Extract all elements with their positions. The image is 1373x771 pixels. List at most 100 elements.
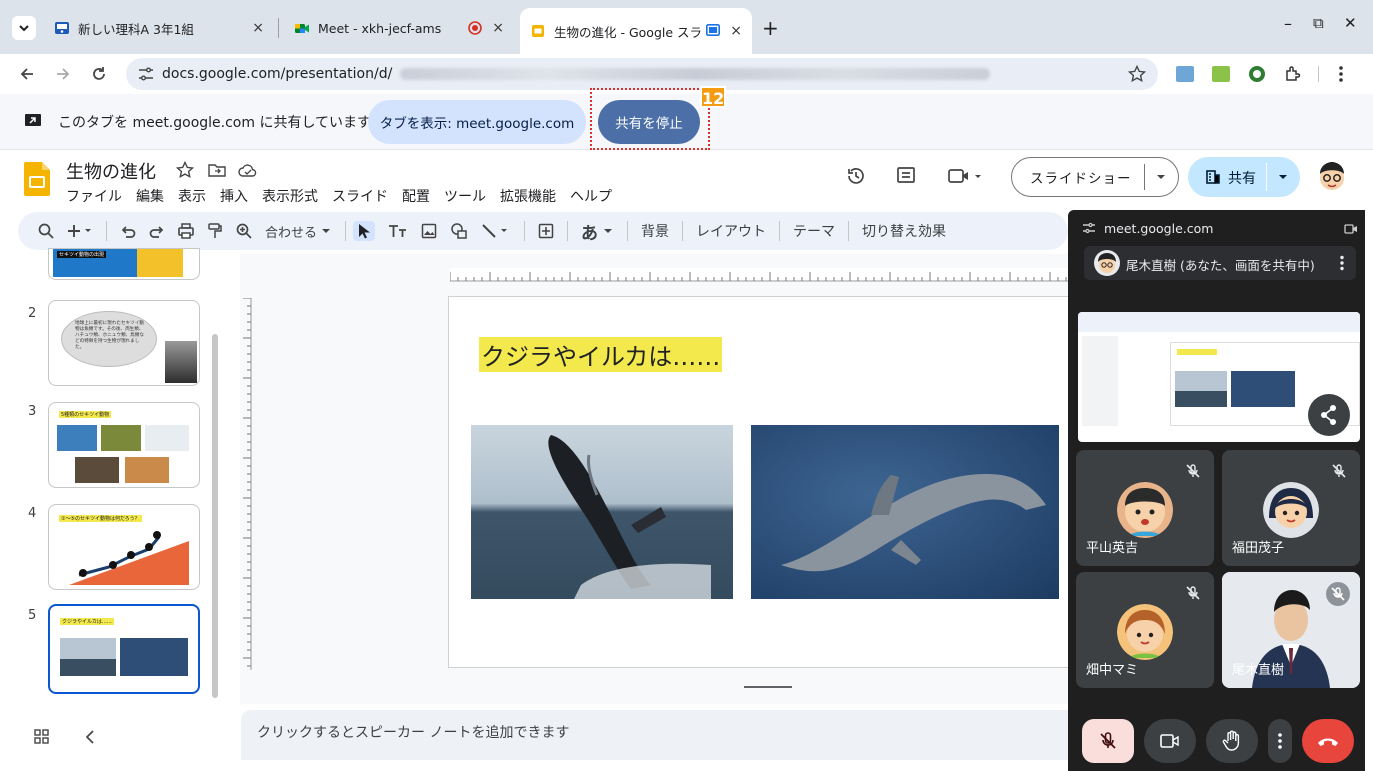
menu-edit[interactable]: 編集 xyxy=(136,186,164,206)
divider xyxy=(1144,164,1145,190)
share-screen-button[interactable] xyxy=(1308,394,1350,436)
insert-image-icon[interactable] xyxy=(421,223,437,239)
chevron-down-icon[interactable] xyxy=(1276,170,1290,184)
undo-icon[interactable] xyxy=(120,223,136,239)
leave-call-button[interactable] xyxy=(1302,719,1354,763)
url-blurred xyxy=(400,68,991,80)
move-folder-icon[interactable] xyxy=(208,162,226,178)
document-title[interactable]: 生物の進化 xyxy=(66,158,156,184)
search-menus-icon[interactable] xyxy=(38,223,54,239)
select-tool-icon[interactable] xyxy=(353,221,376,241)
restore-button[interactable]: ⧉ xyxy=(1313,14,1324,32)
share-button[interactable]: 共有 xyxy=(1228,168,1256,188)
cloud-status-icon[interactable] xyxy=(238,162,258,178)
filmstrip-scrollbar[interactable] xyxy=(212,334,218,698)
paint-format-icon[interactable] xyxy=(207,223,223,239)
participant-tile[interactable]: 福田茂子 xyxy=(1222,450,1360,566)
input-tools-button[interactable]: あ xyxy=(581,219,614,244)
back-icon[interactable] xyxy=(18,65,36,83)
slide-heading[interactable]: クジラやイルカは…… xyxy=(479,337,723,372)
mic-toggle-button[interactable] xyxy=(1082,719,1134,763)
layout-button[interactable]: レイアウト xyxy=(696,221,766,241)
resize-handle[interactable] xyxy=(744,686,792,688)
close-tab-icon[interactable]: × xyxy=(252,20,264,36)
print-icon[interactable] xyxy=(178,223,194,239)
chevron-down-icon[interactable] xyxy=(1154,170,1168,184)
mic-off-icon xyxy=(1332,464,1346,478)
omnibox[interactable]: docs.google.com/presentation/d/ xyxy=(126,58,1158,90)
camera-toggle-button[interactable] xyxy=(1144,719,1196,763)
slide-thumbnail-3[interactable]: 5種類のセキツイ動物 xyxy=(48,402,200,488)
slide-thumbnail-1[interactable]: セキツイ動物の出現 xyxy=(48,248,200,280)
close-window-button[interactable]: ✕ xyxy=(1344,14,1357,32)
slides-logo-icon[interactable] xyxy=(24,162,50,196)
close-tab-icon[interactable]: × xyxy=(492,20,504,36)
shape-icon[interactable] xyxy=(450,223,468,239)
extension-icon[interactable] xyxy=(1176,66,1194,82)
more-vert-icon[interactable] xyxy=(1339,255,1345,271)
star-icon[interactable] xyxy=(176,161,194,179)
grid-view-icon[interactable] xyxy=(34,729,50,745)
zoom-select[interactable]: 合わせる xyxy=(265,222,332,241)
participant-avatar xyxy=(1117,482,1173,538)
more-vert-icon[interactable] xyxy=(1338,65,1344,83)
menu-file[interactable]: ファイル xyxy=(66,186,122,206)
minimize-button[interactable]: – xyxy=(1284,14,1292,33)
current-slide[interactable]: クジラやイルカは…… xyxy=(448,296,1078,668)
theme-button[interactable]: テーマ xyxy=(793,221,835,241)
raise-hand-button[interactable] xyxy=(1206,719,1258,763)
show-tab-button[interactable]: タブを表示: meet.google.com xyxy=(368,100,586,144)
menu-slide[interactable]: スライド xyxy=(332,186,388,206)
bookmark-star-icon[interactable] xyxy=(1128,65,1146,83)
extension-icon[interactable] xyxy=(1248,65,1266,83)
new-tab-button[interactable]: + xyxy=(762,16,779,40)
transition-button[interactable]: 切り替え効果 xyxy=(862,221,946,241)
forward-icon[interactable] xyxy=(54,65,72,83)
comments-icon[interactable] xyxy=(896,166,916,186)
participant-tile[interactable]: 畑中マミ xyxy=(1076,572,1214,688)
meet-call-icon[interactable] xyxy=(948,167,986,185)
dog-image xyxy=(125,457,169,483)
presenter-avatar xyxy=(1094,250,1120,276)
tab-meet[interactable]: Meet - xkh-jecf-ams × xyxy=(284,8,514,48)
speaker-notes[interactable]: クリックするとスピーカー ノートを追加できます xyxy=(241,710,1068,760)
whale-image[interactable] xyxy=(471,425,733,599)
menu-arrange[interactable]: 配置 xyxy=(402,186,430,206)
reload-icon[interactable] xyxy=(90,65,108,83)
more-options-button[interactable] xyxy=(1268,719,1292,763)
participant-tile-self-video[interactable]: 尾木直樹 xyxy=(1222,572,1360,688)
menu-format[interactable]: 表示形式 xyxy=(262,186,318,206)
menu-extensions[interactable]: 拡張機能 xyxy=(500,186,556,206)
line-tool-icon[interactable] xyxy=(481,223,511,239)
participant-name: 福田茂子 xyxy=(1232,541,1285,556)
background-button[interactable]: 背景 xyxy=(641,221,669,241)
slide-thumbnail-5-selected[interactable]: クジラやイルカは…… xyxy=(48,604,200,694)
participant-tile[interactable]: 平山英吉 xyxy=(1076,450,1214,566)
add-comment-icon[interactable] xyxy=(538,223,554,239)
collapse-panel-icon[interactable] xyxy=(84,729,96,745)
redo-icon[interactable] xyxy=(149,223,165,239)
menu-view[interactable]: 表示 xyxy=(178,186,206,206)
extension-icon[interactable] xyxy=(1212,66,1230,82)
zoom-icon[interactable] xyxy=(236,223,252,239)
extensions-puzzle-icon[interactable] xyxy=(1284,65,1302,83)
text-box-icon[interactable] xyxy=(388,223,408,239)
preview-dolphin xyxy=(1231,371,1295,407)
tab-search-button[interactable] xyxy=(12,16,36,40)
menu-help[interactable]: ヘルプ xyxy=(570,186,612,206)
tab-slides[interactable]: 生物の進化 - Google スラ × xyxy=(520,8,752,54)
toolbar-divider xyxy=(345,221,347,241)
tab-classroom[interactable]: 新しい理科A 3年1組 × xyxy=(44,8,274,48)
slideshow-button[interactable]: スライドショー xyxy=(1030,167,1132,187)
slide-thumbnail-4[interactable]: ①〜⑤のセキツイ動物は何だろう？ xyxy=(48,504,200,590)
site-info-icon[interactable] xyxy=(138,67,154,81)
avatar[interactable] xyxy=(1316,160,1348,194)
close-tab-icon[interactable]: × xyxy=(730,23,742,39)
menu-tools[interactable]: ツール xyxy=(444,186,486,206)
new-slide-icon[interactable] xyxy=(67,223,93,239)
menu-insert[interactable]: 挿入 xyxy=(220,186,248,206)
history-icon[interactable] xyxy=(846,166,866,186)
slide-thumbnail-2[interactable]: 地球上に最初に現れたセキツイ動物は魚類です。その後、両生類、ハチュウ類、ホニュウ… xyxy=(48,300,200,386)
dolphin-image[interactable] xyxy=(751,425,1059,599)
shared-screen-preview[interactable] xyxy=(1078,312,1360,442)
